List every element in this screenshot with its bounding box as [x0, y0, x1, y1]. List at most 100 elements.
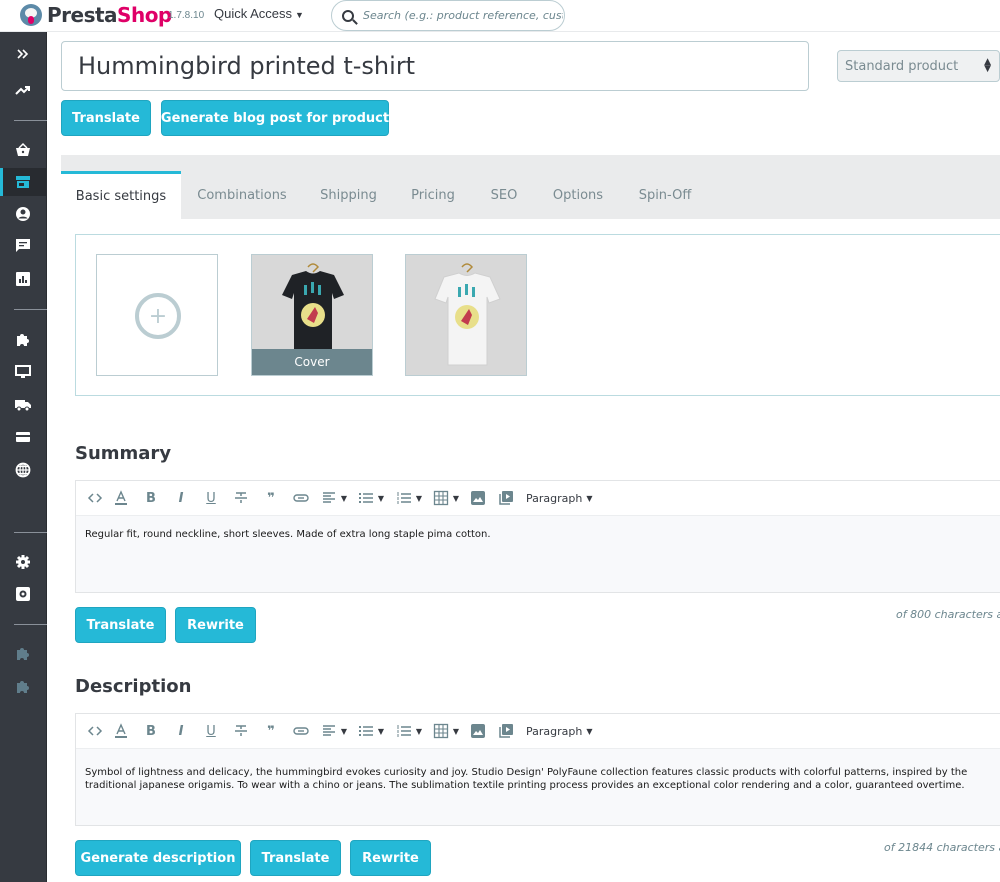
customer-service-chat-icon — [16, 239, 30, 252]
generate-description-button[interactable]: Generate description — [75, 840, 241, 876]
sidebar-item-orders[interactable] — [0, 136, 46, 164]
bullet-list-dropdown[interactable]: ▼ — [352, 719, 390, 743]
sidebar-item-advanced-parameters[interactable] — [0, 580, 46, 608]
sidebar-divider — [14, 624, 47, 625]
bullet-list-dropdown[interactable]: ▼ — [352, 486, 390, 510]
module-puzzle-icon — [17, 648, 29, 660]
advanced-parameters-icon — [16, 587, 30, 601]
table-dropdown[interactable]: ▼ — [428, 486, 464, 510]
underline-icon: U — [206, 723, 216, 739]
caret-down-icon: ▼ — [377, 493, 385, 503]
sidebar-item-modules[interactable] — [0, 326, 46, 354]
sidebar-item-module-2[interactable] — [0, 673, 46, 701]
description-translate-button[interactable]: Translate — [250, 840, 341, 876]
translate-product-button[interactable]: Translate — [61, 100, 151, 136]
bullet-list-icon — [358, 493, 373, 503]
sidebar-item-stats[interactable] — [0, 265, 46, 293]
caret-down-icon: ▼ — [415, 726, 423, 736]
product-type-select[interactable]: Standard product ▲ ▼ — [837, 50, 1000, 82]
sidebar-item-catalog[interactable] — [0, 168, 46, 196]
description-char-count: of 21844 characters allowed — [884, 841, 1000, 854]
sidebar-divider — [14, 120, 47, 121]
product-image-thumbnail[interactable] — [405, 254, 527, 376]
link-icon — [293, 494, 309, 502]
summary-translate-button[interactable]: Translate — [75, 607, 166, 643]
generate-blog-post-button[interactable]: Generate blog post for product — [161, 100, 389, 136]
description-editor: B I U ❞ ▼ ▼ ▼ ▼ Paragraph ▼ Symbol of lig… — [75, 713, 1000, 826]
align-dropdown[interactable]: ▼ — [316, 719, 352, 743]
numbered-list-dropdown[interactable]: ▼ — [390, 719, 428, 743]
code-icon — [87, 493, 103, 503]
underline-button[interactable]: U — [196, 486, 226, 510]
strikethrough-button[interactable] — [226, 486, 256, 510]
sidebar-item-payment[interactable] — [0, 423, 46, 451]
sidebar-item-customer-service[interactable] — [0, 232, 46, 260]
payment-card-icon — [16, 432, 30, 442]
summary-rewrite-button[interactable]: Rewrite — [175, 607, 256, 643]
source-code-button[interactable] — [84, 719, 106, 743]
link-button[interactable] — [286, 486, 316, 510]
product-images-panel: + Cover — [75, 234, 1000, 396]
sidebar-item-design[interactable] — [0, 358, 46, 386]
sidebar-item-international[interactable] — [0, 456, 46, 484]
description-rewrite-button[interactable]: Rewrite — [350, 840, 431, 876]
tab-basic-settings[interactable]: Basic settings — [61, 171, 181, 219]
italic-button[interactable]: I — [166, 719, 196, 743]
tab-pricing[interactable]: Pricing — [401, 171, 465, 219]
paragraph-format-dropdown[interactable]: Paragraph ▼ — [526, 486, 593, 510]
expand-icon — [17, 49, 29, 59]
strikethrough-icon — [235, 492, 247, 503]
strikethrough-button[interactable] — [226, 719, 256, 743]
summary-content[interactable]: Regular fit, round neckline, short sleev… — [76, 516, 1000, 553]
description-content[interactable]: Symbol of lightness and delicacy, the hu… — [76, 749, 1000, 804]
paragraph-format-dropdown[interactable]: Paragraph ▼ — [526, 719, 593, 743]
align-dropdown[interactable]: ▼ — [316, 486, 352, 510]
insert-image-button[interactable] — [464, 719, 492, 743]
puffin-logo-icon — [20, 4, 42, 26]
insert-image-button[interactable] — [464, 486, 492, 510]
italic-button[interactable]: I — [166, 486, 196, 510]
underline-button[interactable]: U — [196, 719, 226, 743]
tab-seo[interactable]: SEO — [481, 171, 527, 219]
prestashop-logo[interactable]: PrestaShop — [20, 3, 172, 27]
table-dropdown[interactable]: ▼ — [428, 719, 464, 743]
add-image-dropzone[interactable]: + — [96, 254, 218, 376]
link-icon — [293, 727, 309, 735]
orders-basket-icon — [16, 142, 30, 156]
link-button[interactable] — [286, 719, 316, 743]
sidebar-item-dashboard[interactable] — [0, 76, 46, 104]
caret-down-icon: ▼ — [340, 493, 348, 503]
text-color-icon — [115, 490, 127, 505]
search-input[interactable] — [363, 9, 563, 22]
stats-icon — [16, 272, 30, 286]
insert-media-button[interactable] — [492, 719, 520, 743]
blockquote-button[interactable]: ❞ — [256, 719, 286, 743]
sidebar-expand[interactable] — [0, 40, 46, 68]
bold-button[interactable]: B — [136, 486, 166, 510]
tab-combinations[interactable]: Combinations — [185, 171, 299, 219]
media-icon — [499, 724, 513, 738]
quick-access-dropdown[interactable]: Quick Access ▼ — [214, 6, 304, 21]
product-image-thumbnail[interactable]: Cover — [251, 254, 373, 376]
tab-spin-off[interactable]: Spin-Off — [629, 171, 701, 219]
italic-icon: I — [178, 723, 184, 739]
bold-button[interactable]: B — [136, 719, 166, 743]
insert-media-button[interactable] — [492, 486, 520, 510]
source-code-button[interactable] — [84, 486, 106, 510]
summary-heading: Summary — [75, 443, 172, 464]
sidebar-item-customers[interactable] — [0, 200, 46, 228]
underline-icon: U — [206, 490, 216, 506]
product-name-input[interactable] — [61, 41, 809, 91]
image-icon — [471, 491, 485, 505]
blockquote-button[interactable]: ❞ — [256, 486, 286, 510]
tab-options[interactable]: Options — [543, 171, 613, 219]
caret-down-icon: ▼ — [452, 493, 460, 503]
sidebar-item-shop-parameters[interactable] — [0, 548, 46, 576]
sidebar-item-module-1[interactable] — [0, 640, 46, 668]
numbered-list-dropdown[interactable]: ▼ — [390, 486, 428, 510]
text-color-button[interactable] — [106, 719, 136, 743]
text-color-button[interactable] — [106, 486, 136, 510]
sidebar-item-shipping[interactable] — [0, 391, 46, 419]
tab-shipping[interactable]: Shipping — [311, 171, 386, 219]
brand-name: PrestaShop — [47, 3, 172, 27]
